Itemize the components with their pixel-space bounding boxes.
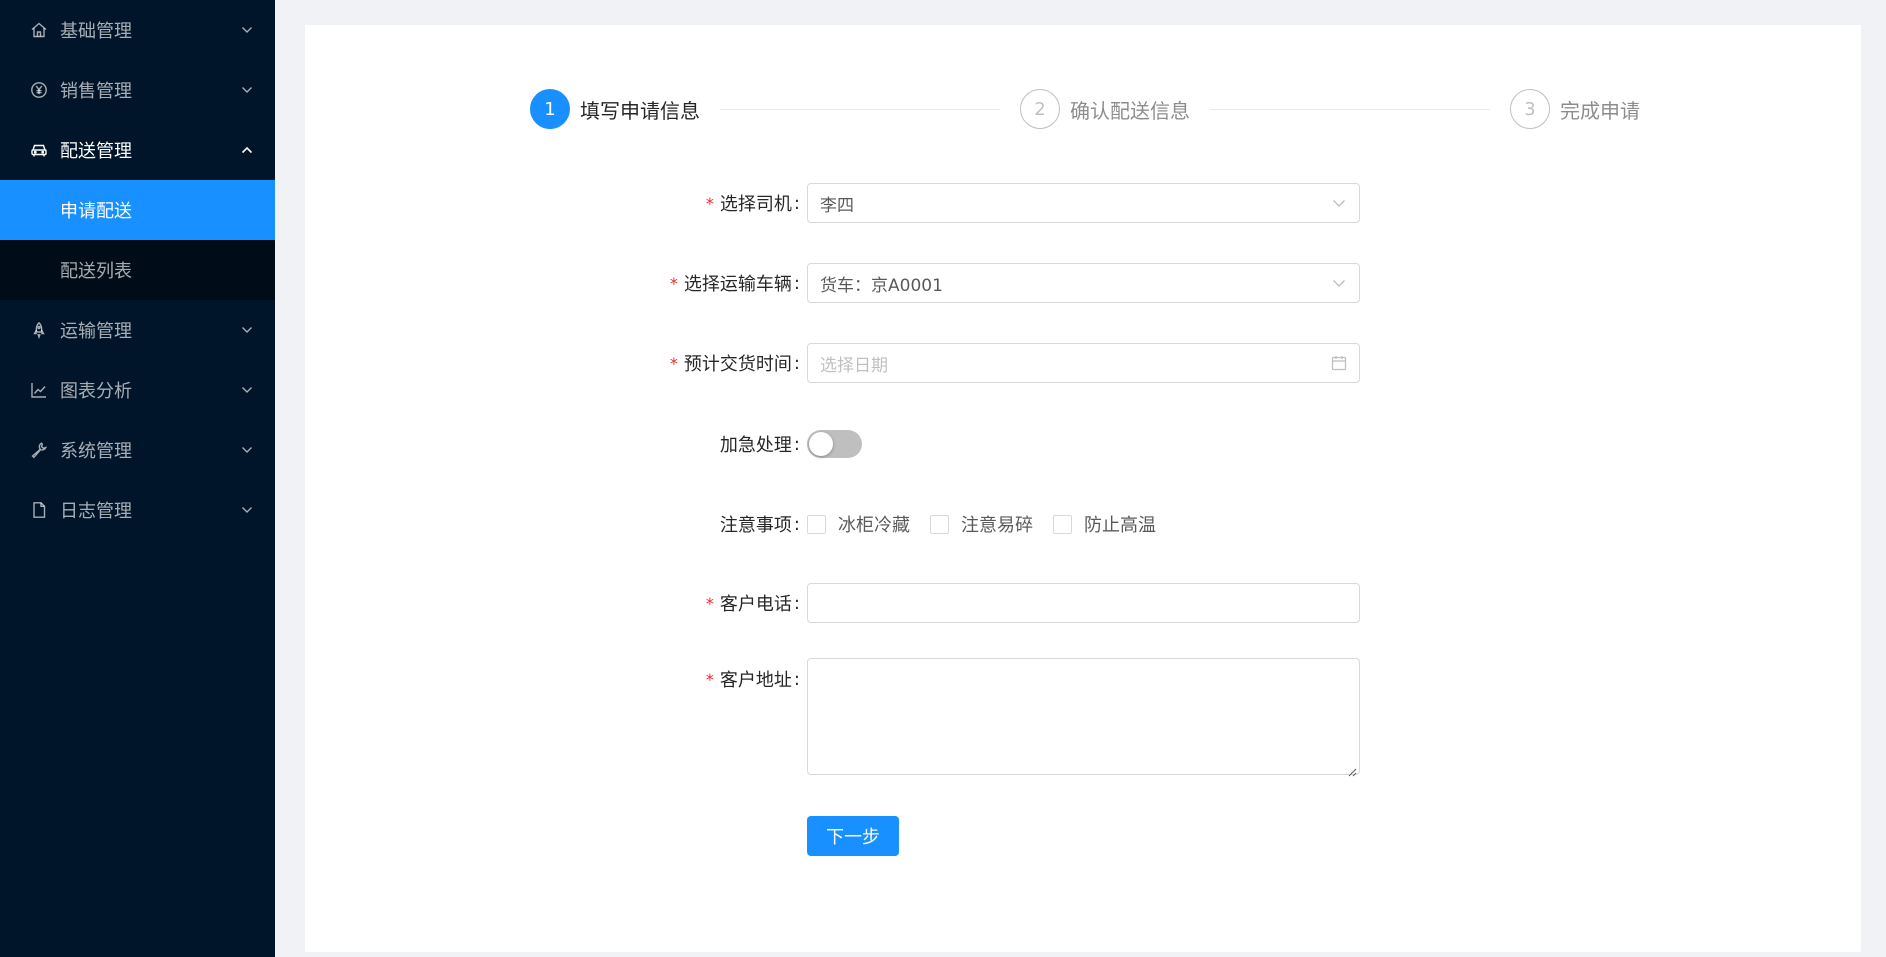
chevron-down-icon <box>1331 275 1347 291</box>
driver-select[interactable]: 李四 <box>807 183 1360 223</box>
content-card: 1 填写申请信息 2 确认配送信息 3 完成申请 <box>305 25 1861 952</box>
step-number: 2 <box>1020 89 1060 129</box>
menu-item-system[interactable]: 系统管理 <box>0 420 275 480</box>
delivery-time-label: * 预计交货时间: <box>670 350 800 376</box>
form-row-driver: * 选择司机: 李四 <box>305 183 1861 223</box>
file-icon <box>30 501 48 519</box>
chevron-down-icon <box>241 24 253 36</box>
menu-item-logs[interactable]: 日志管理 <box>0 480 275 540</box>
checkbox-box[interactable] <box>807 514 826 534</box>
form-row-phone: * 客户电话: <box>305 583 1861 623</box>
chevron-down-icon <box>241 84 253 96</box>
label-text: 加急处理 <box>719 435 792 456</box>
required-mark: * <box>669 273 678 293</box>
menu-item-transport[interactable]: 运输管理 <box>0 300 275 360</box>
sidebar: 基础管理 销售管理 配送管理 申请配送 配送列表 运输管理 图表分析 系统管理 … <box>0 0 275 957</box>
car-icon <box>30 141 48 159</box>
driver-label: * 选择司机: <box>706 190 800 216</box>
resize-grip-icon[interactable] <box>1347 762 1357 777</box>
checkbox-fragile[interactable]: 注意易碎 <box>930 511 1033 537</box>
chevron-down-icon <box>241 504 253 516</box>
menu-item-label: 运输管理 <box>60 321 132 342</box>
step-number: 1 <box>530 89 570 129</box>
step-number: 3 <box>1510 89 1550 129</box>
menu-item-label: 配送管理 <box>60 141 132 162</box>
vehicle-label: * 选择运输车辆: <box>670 270 800 296</box>
urgent-label: 加急处理: <box>720 431 800 457</box>
menu-item-sales[interactable]: 销售管理 <box>0 60 275 120</box>
checkbox-box[interactable] <box>1053 514 1072 534</box>
step-connector <box>720 108 1000 110</box>
step-1: 1 填写申请信息 <box>530 89 1020 129</box>
step-title: 填写申请信息 <box>580 98 700 123</box>
line-chart-icon <box>30 381 48 399</box>
date-placeholder: 选择日期 <box>820 355 888 376</box>
step-title: 确认配送信息 <box>1070 98 1190 123</box>
yen-circle-icon <box>30 81 48 99</box>
chevron-down-icon <box>241 324 253 336</box>
menu-item-label: 系统管理 <box>60 441 132 462</box>
menu-item-label: 销售管理 <box>60 81 132 102</box>
required-mark: * <box>705 593 714 613</box>
vehicle-select[interactable]: 货车：京A0001 <box>807 263 1360 303</box>
phone-label: * 客户电话: <box>706 590 800 616</box>
address-label: * 客户地址: <box>706 666 800 692</box>
checkbox-label: 注意易碎 <box>961 515 1033 536</box>
submenu-item-apply-delivery[interactable]: 申请配送 <box>0 180 275 240</box>
steps: 1 填写申请信息 2 确认配送信息 3 完成申请 <box>530 89 1640 129</box>
menu-item-label: 日志管理 <box>60 501 132 522</box>
step-connector <box>1210 108 1490 110</box>
notes-label: 注意事项: <box>720 511 800 537</box>
label-text: 客户地址 <box>719 670 792 691</box>
submenu-item-delivery-list[interactable]: 配送列表 <box>0 240 275 300</box>
chevron-down-icon <box>241 384 253 396</box>
checkbox-avoid-heat[interactable]: 防止高温 <box>1053 511 1156 537</box>
chevron-down-icon <box>1331 195 1347 211</box>
menu-item-label: 图表分析 <box>60 381 132 402</box>
tool-icon <box>30 441 48 459</box>
form-row-delivery-time: * 预计交货时间: 选择日期 <box>305 343 1861 383</box>
checkbox-label: 防止高温 <box>1084 515 1156 536</box>
address-textarea[interactable] <box>807 658 1360 777</box>
menu-item-basic[interactable]: 基础管理 <box>0 0 275 60</box>
next-step-button[interactable]: 下一步 <box>807 816 899 856</box>
checkbox-refrigerate[interactable]: 冰柜冷藏 <box>807 511 910 537</box>
submenu-delivery: 申请配送 配送列表 <box>0 180 275 300</box>
form-row-notes: 注意事项: 冰柜冷藏 注意易碎 防止高温 <box>305 511 1861 537</box>
chevron-down-icon <box>241 444 253 456</box>
label-text: 客户电话 <box>719 594 792 615</box>
required-mark: * <box>705 193 714 213</box>
phone-input[interactable] <box>807 583 1360 623</box>
checkbox-label: 冰柜冷藏 <box>838 515 910 536</box>
required-mark: * <box>705 669 714 689</box>
label-text: 预计交货时间 <box>683 354 792 375</box>
delivery-date-picker[interactable]: 选择日期 <box>807 343 1360 383</box>
driver-select-value: 李四 <box>820 195 854 216</box>
step-title: 完成申请 <box>1560 98 1640 123</box>
form-row-actions: 下一步 <box>305 816 1861 856</box>
form-row-vehicle: * 选择运输车辆: 货车：京A0001 <box>305 263 1861 303</box>
label-text: 选择司机 <box>719 194 792 215</box>
menu-item-label: 基础管理 <box>60 21 132 42</box>
calendar-icon <box>1331 355 1347 371</box>
form-row-address: * 客户地址: <box>305 658 1861 777</box>
chevron-up-icon <box>241 144 253 156</box>
switch-knob <box>809 432 833 456</box>
form-row-urgent: 加急处理: <box>305 430 1861 458</box>
vehicle-select-value: 货车：京A0001 <box>820 275 943 296</box>
step-2: 2 确认配送信息 <box>1020 89 1510 129</box>
label-text: 注意事项 <box>719 515 792 536</box>
required-mark: * <box>669 353 678 373</box>
label-text: 选择运输车辆 <box>683 274 792 295</box>
urgent-switch[interactable] <box>807 430 862 458</box>
rocket-icon <box>30 321 48 339</box>
notes-checkbox-group: 冰柜冷藏 注意易碎 防止高温 <box>807 511 1156 537</box>
step-3: 3 完成申请 <box>1510 89 1640 129</box>
checkbox-box[interactable] <box>930 514 949 534</box>
menu-item-charts[interactable]: 图表分析 <box>0 360 275 420</box>
menu-item-delivery[interactable]: 配送管理 <box>0 120 275 180</box>
home-icon <box>30 21 48 39</box>
